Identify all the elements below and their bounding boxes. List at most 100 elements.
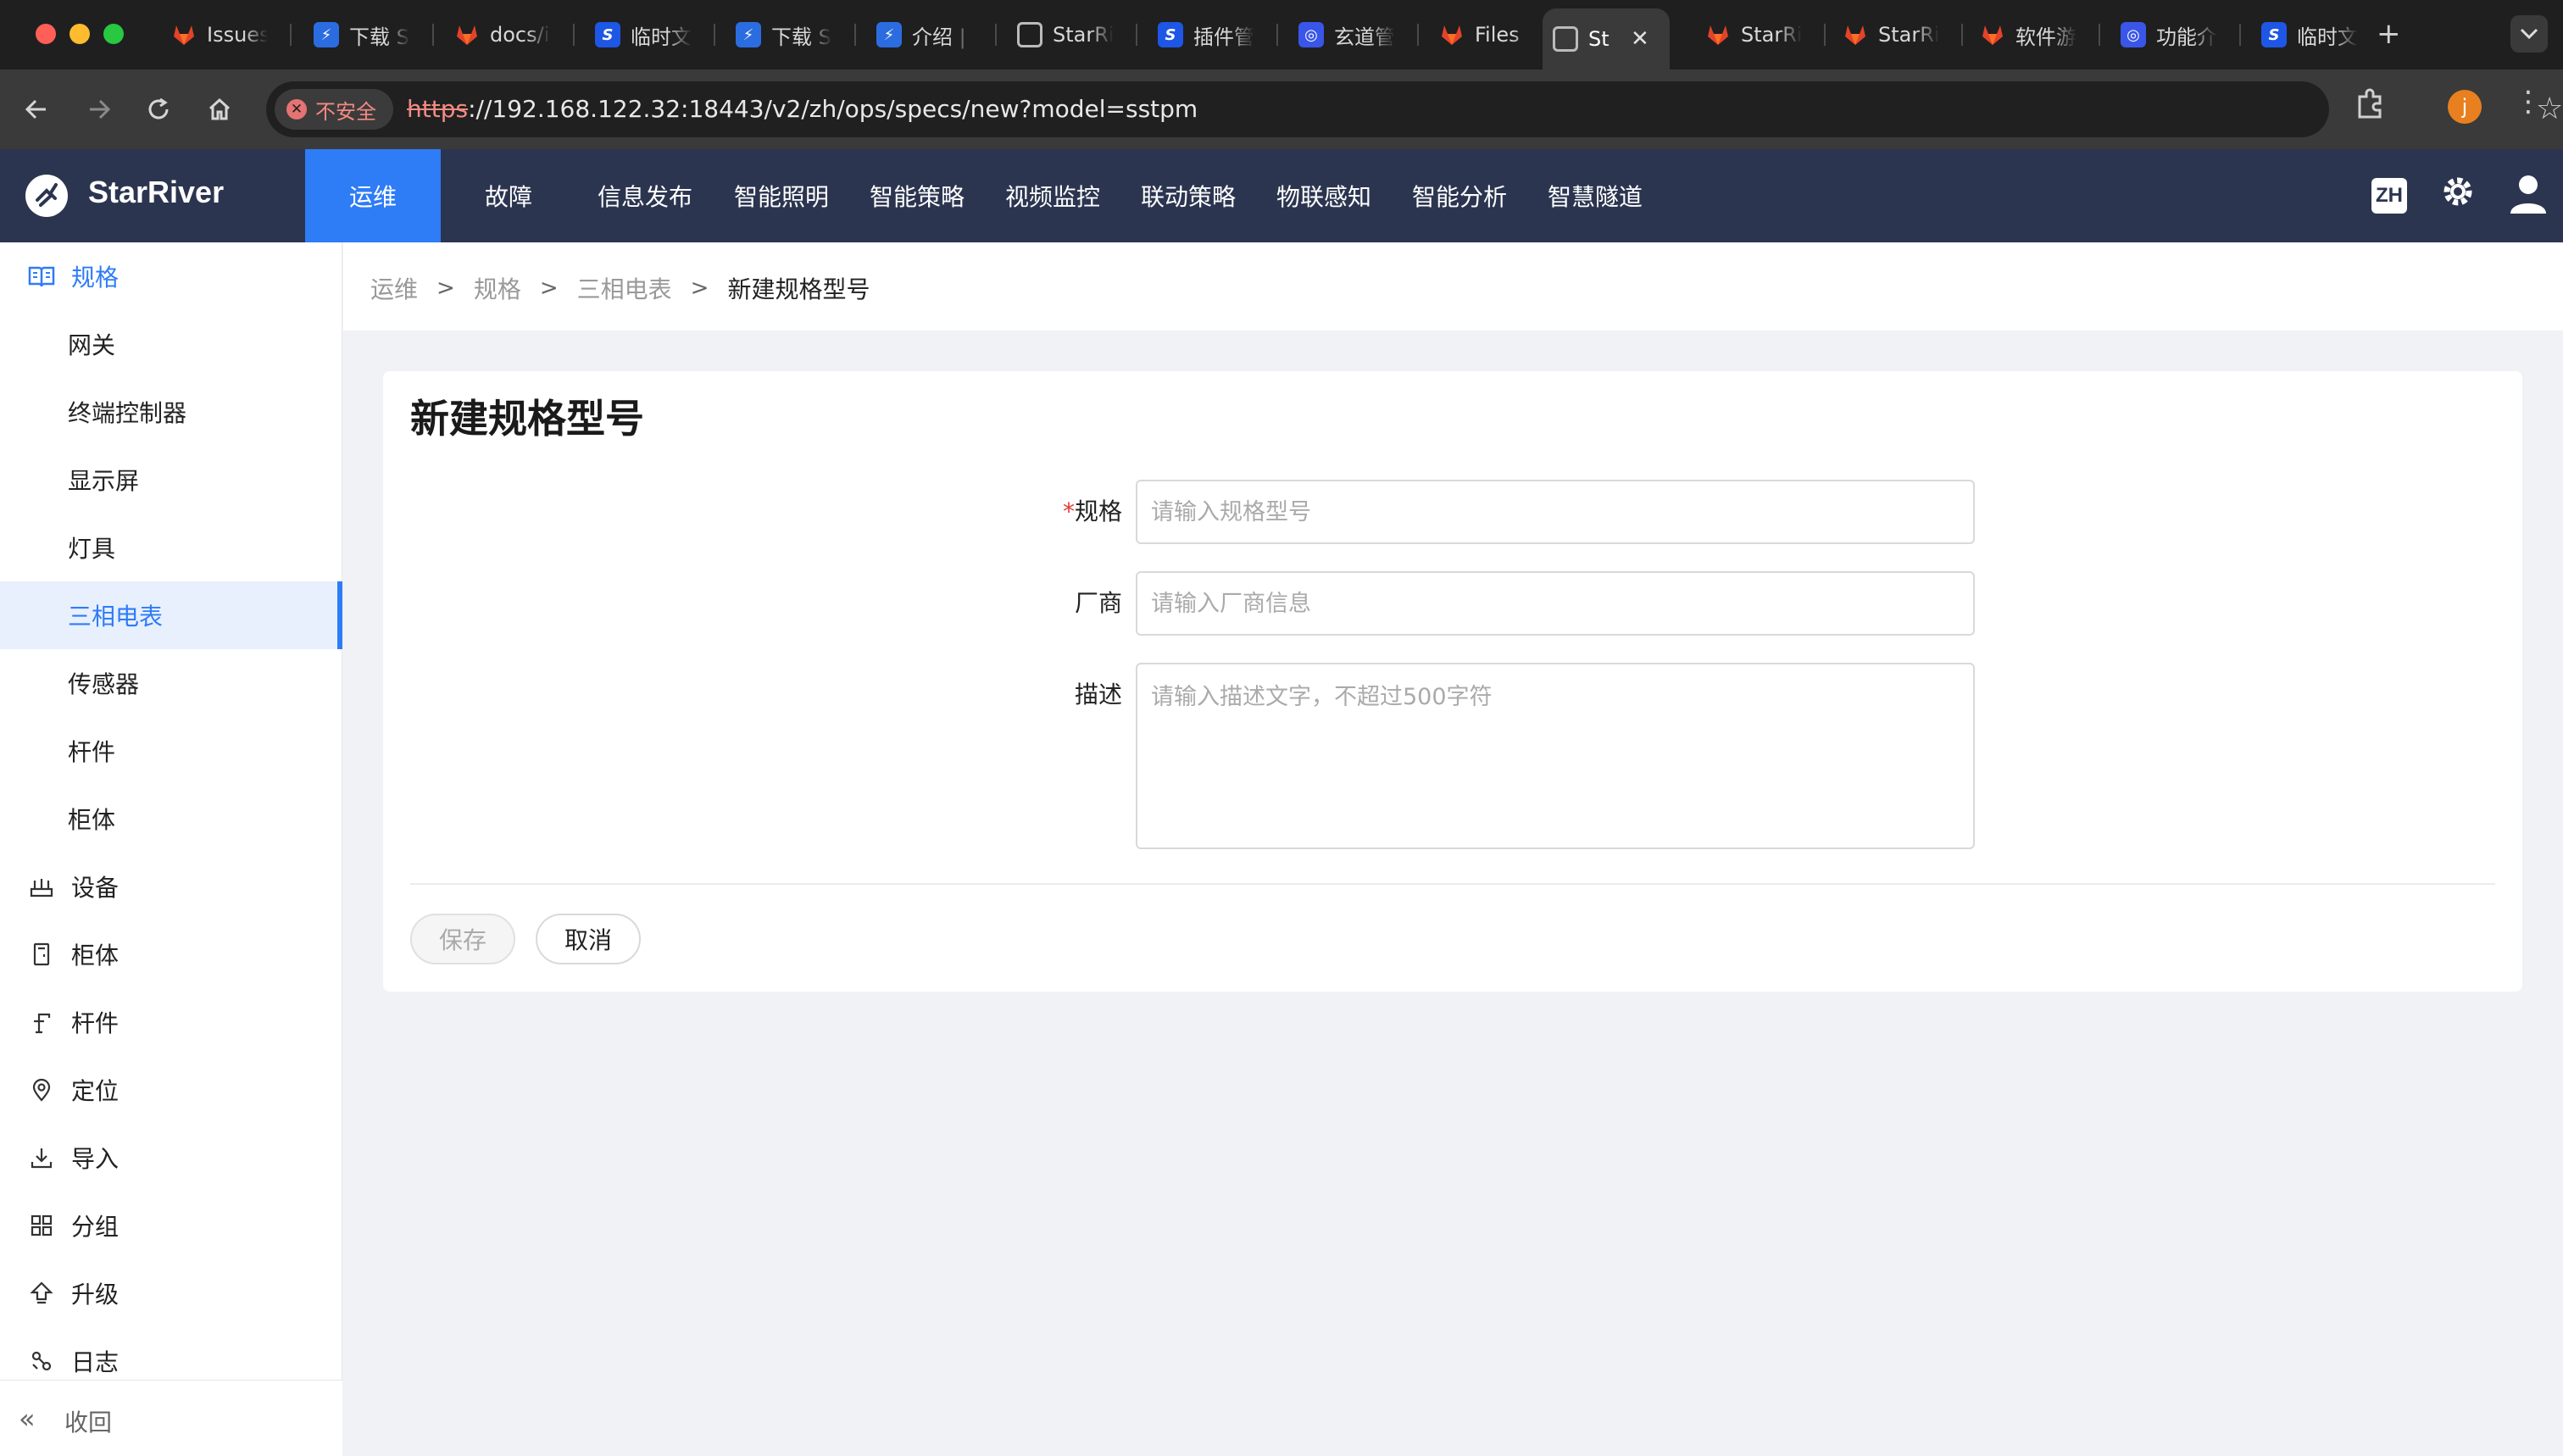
url-text[interactable]: https://192.168.122.32:18443/v2/zh/ops/s… (407, 95, 1198, 123)
browser-tab-title: 下载 S (771, 25, 831, 49)
browser-tab-title: 临时文 (631, 25, 692, 49)
browser-tab[interactable]: StarRi (1007, 10, 1132, 59)
breadcrumb-item: 新建规格型号 (727, 275, 870, 303)
sidebar-item-label: 终端控制器 (68, 399, 187, 427)
sidebar-item[interactable]: 导入 (0, 1124, 342, 1192)
browser-tab[interactable]: 软件游 (1970, 10, 2095, 59)
browser-toolbar: ✕ 不安全 https://192.168.122.32:18443/v2/zh… (0, 69, 2563, 149)
gitlab-icon (1980, 22, 2005, 47)
collapse-sidebar-button[interactable]: « 收回 (0, 1380, 342, 1456)
browser-tab-title: 玄道管 (1334, 25, 1395, 49)
settings-gear-icon[interactable] (2439, 173, 2477, 220)
nav-tab[interactable]: 智慧隧道 (1527, 149, 1663, 242)
cancel-button[interactable]: 取消 (536, 914, 641, 964)
sidebar-sub-item[interactable]: 显示屏 (0, 446, 342, 514)
vendor-input[interactable] (1136, 571, 1975, 636)
browser-tab[interactable]: ⚡ 下载 S (726, 10, 851, 59)
sidebar-sub-item[interactable]: 网关 (0, 310, 342, 378)
url-path: ://192.168.122.32:18443/v2/zh/ops/specs/… (468, 95, 1198, 123)
sidebar-item[interactable]: 分组 (0, 1192, 342, 1259)
nav-tab[interactable]: 联动策略 (1120, 149, 1256, 242)
spec-model-input[interactable] (1136, 480, 1975, 544)
sidebar-item-label: 升级 (71, 1281, 120, 1309)
browser-tab[interactable]: St ✕ (1543, 8, 1670, 69)
browser-tab[interactable]: S 插件管 (1148, 10, 1273, 59)
breadcrumb-item[interactable]: 规格 (474, 271, 521, 305)
browser-tab-title: 下载 S (349, 25, 409, 49)
close-window-button[interactable] (36, 24, 56, 44)
sidebar-item[interactable]: 升级 (0, 1259, 342, 1327)
new-tab-button[interactable]: + (2377, 17, 2401, 51)
browser-tab[interactable]: ⚡ 下载 S (303, 10, 429, 59)
sidebar-item[interactable]: 杆件 (0, 988, 342, 1056)
cabinet-icon (27, 940, 56, 969)
browser-tab-title: St (1588, 27, 1610, 51)
sidebar-item[interactable]: 柜体 (0, 920, 342, 988)
sidebar-item[interactable]: 定位 (0, 1056, 342, 1124)
page-title: 新建规格型号 (410, 396, 644, 442)
puzzle-icon (2358, 88, 2382, 119)
minimize-window-button[interactable] (69, 24, 90, 44)
reload-button[interactable] (137, 88, 180, 131)
tab-separator (2239, 24, 2241, 46)
address-bar[interactable]: ✕ 不安全 https://192.168.122.32:18443/v2/zh… (266, 81, 2563, 137)
nav-tab[interactable]: 运维 (305, 149, 441, 242)
tab-search-button[interactable] (2510, 15, 2548, 53)
chevron-right-icon: > (436, 275, 455, 301)
s-doc-icon: S (1158, 22, 1183, 47)
warning-icon: ✕ (286, 99, 307, 119)
double-chevron-left-icon: « (19, 1403, 36, 1435)
sidebar-sub-item[interactable]: 三相电表 (0, 581, 342, 649)
nav-tab[interactable]: 故障 (441, 149, 576, 242)
tab-separator (854, 24, 856, 46)
breadcrumb-item[interactable]: 三相电表 (577, 271, 672, 305)
save-button[interactable]: 保存 (410, 914, 515, 964)
nav-tab[interactable]: 智能照明 (714, 149, 849, 242)
sidebar-sub-item[interactable]: 传感器 (0, 649, 342, 717)
browser-tab[interactable]: StarRi (1832, 10, 1958, 59)
sidebar-item-label: 杆件 (71, 1009, 120, 1037)
browser-tab[interactable]: ⚡ 介绍 | (866, 10, 992, 59)
language-switch-button[interactable]: ZH (2371, 178, 2407, 214)
sidebar-sub-item[interactable]: 杆件 (0, 717, 342, 785)
browser-tab[interactable]: ◎ 玄道管 (1288, 10, 1414, 59)
nav-tab[interactable]: 物联感知 (1256, 149, 1392, 242)
close-tab-icon[interactable]: ✕ (1631, 26, 1649, 52)
chevron-right-icon: > (539, 275, 559, 301)
browser-menu-icon[interactable]: ⋮ (2514, 85, 2543, 119)
browser-tab[interactable]: S 临时文 (2251, 10, 2377, 59)
back-button[interactable] (15, 88, 58, 131)
home-button[interactable] (198, 88, 241, 131)
nav-tab[interactable]: 智能分析 (1392, 149, 1527, 242)
logo-icon[interactable] (25, 175, 68, 217)
collapse-label: 收回 (64, 1409, 113, 1437)
user-icon (2510, 175, 2546, 214)
browser-tab[interactable]: Issues (161, 10, 286, 59)
sidebar-sub-item[interactable]: 柜体 (0, 785, 342, 853)
browser-tab[interactable]: ◎ 功能介 (2110, 10, 2236, 59)
sidebar-item-label: 设备 (71, 874, 120, 902)
extensions-icon[interactable] (2353, 86, 2393, 127)
chevron-down-icon (2520, 28, 2538, 40)
site-security-chip[interactable]: ✕ 不安全 (275, 89, 393, 130)
forward-button[interactable] (78, 88, 120, 131)
browser-tab[interactable]: S 临时文 (585, 10, 710, 59)
sidebar-sub-item[interactable]: 终端控制器 (0, 378, 342, 446)
breadcrumb-item[interactable]: 运维 (370, 271, 418, 305)
gitlab-icon (454, 22, 480, 47)
browser-tab[interactable]: StarRi (1695, 10, 1821, 59)
nav-tab[interactable]: 视频监控 (985, 149, 1120, 242)
profile-avatar[interactable]: j (2448, 90, 2482, 124)
maximize-window-button[interactable] (103, 24, 124, 44)
nav-tab[interactable]: 信息发布 (576, 149, 714, 242)
sidebar-group-specs[interactable]: 规格 (0, 242, 342, 310)
description-textarea[interactable] (1136, 663, 1975, 849)
user-account-icon[interactable] (2509, 173, 2548, 215)
nav-tab[interactable]: 智能策略 (849, 149, 985, 242)
tab-separator (290, 24, 292, 46)
browser-tab[interactable]: Files (1429, 10, 1554, 59)
sidebar-item[interactable]: 设备 (0, 853, 342, 920)
sidebar-item-label: 柜体 (68, 806, 116, 834)
sidebar-sub-item[interactable]: 灯具 (0, 514, 342, 581)
browser-tab[interactable]: docs/i (444, 10, 570, 59)
